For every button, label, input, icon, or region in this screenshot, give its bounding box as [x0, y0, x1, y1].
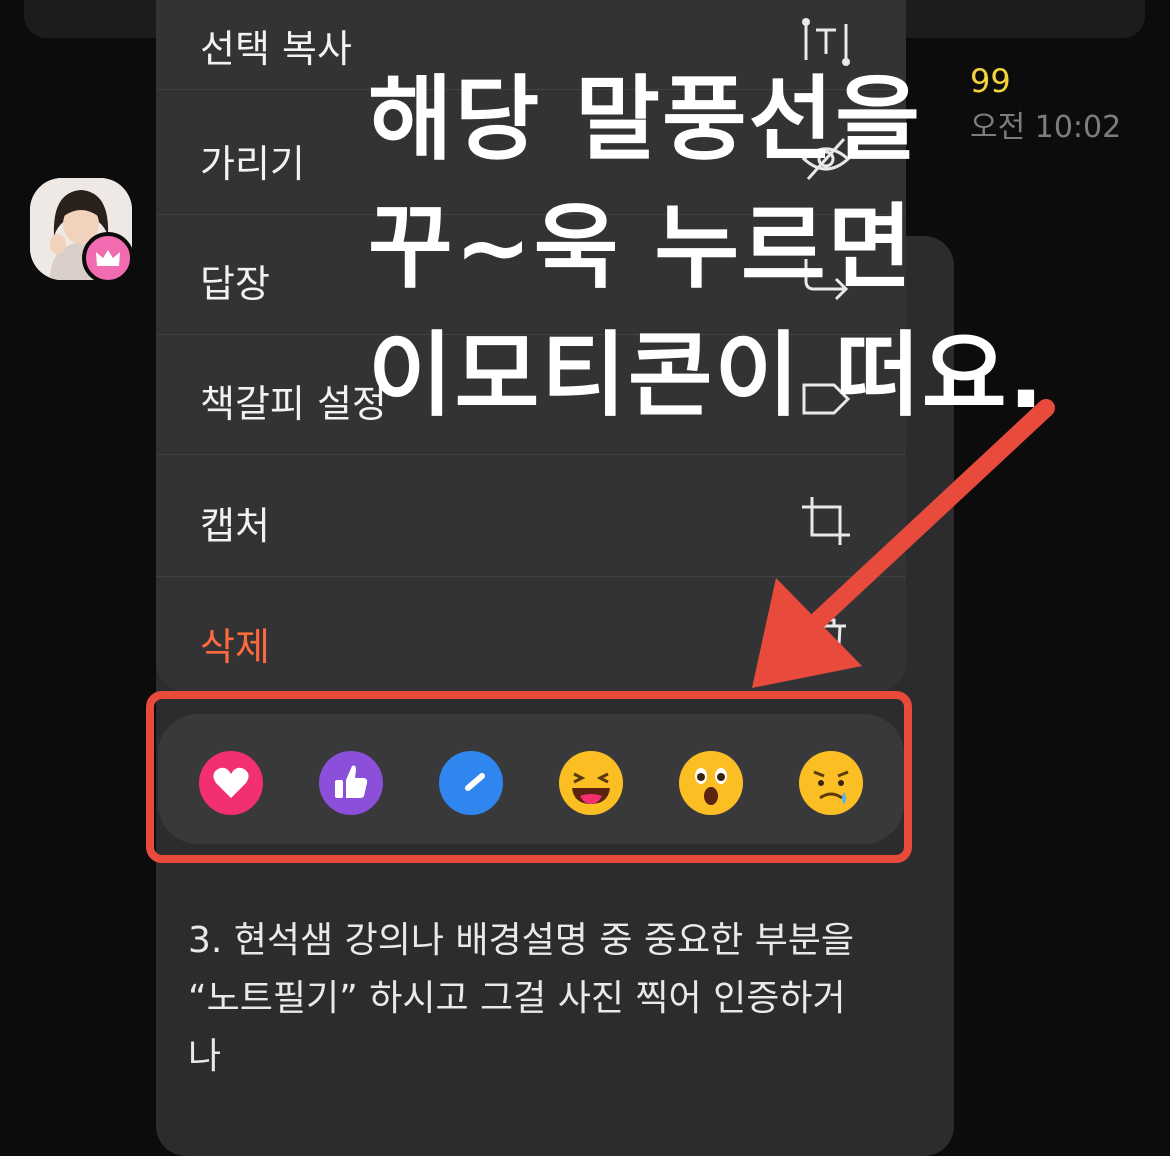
annotation-line-2: 꾸~욱 누르면 [368, 194, 915, 301]
annotation-line-1: 해당 말풍선을 [368, 66, 922, 173]
annotation-caption: 해당 말풍선을 꾸~욱 누르면 이모티콘이 떠요. [368, 56, 1045, 440]
annotation-line-3: 이모티콘이 떠요. [368, 322, 1046, 429]
